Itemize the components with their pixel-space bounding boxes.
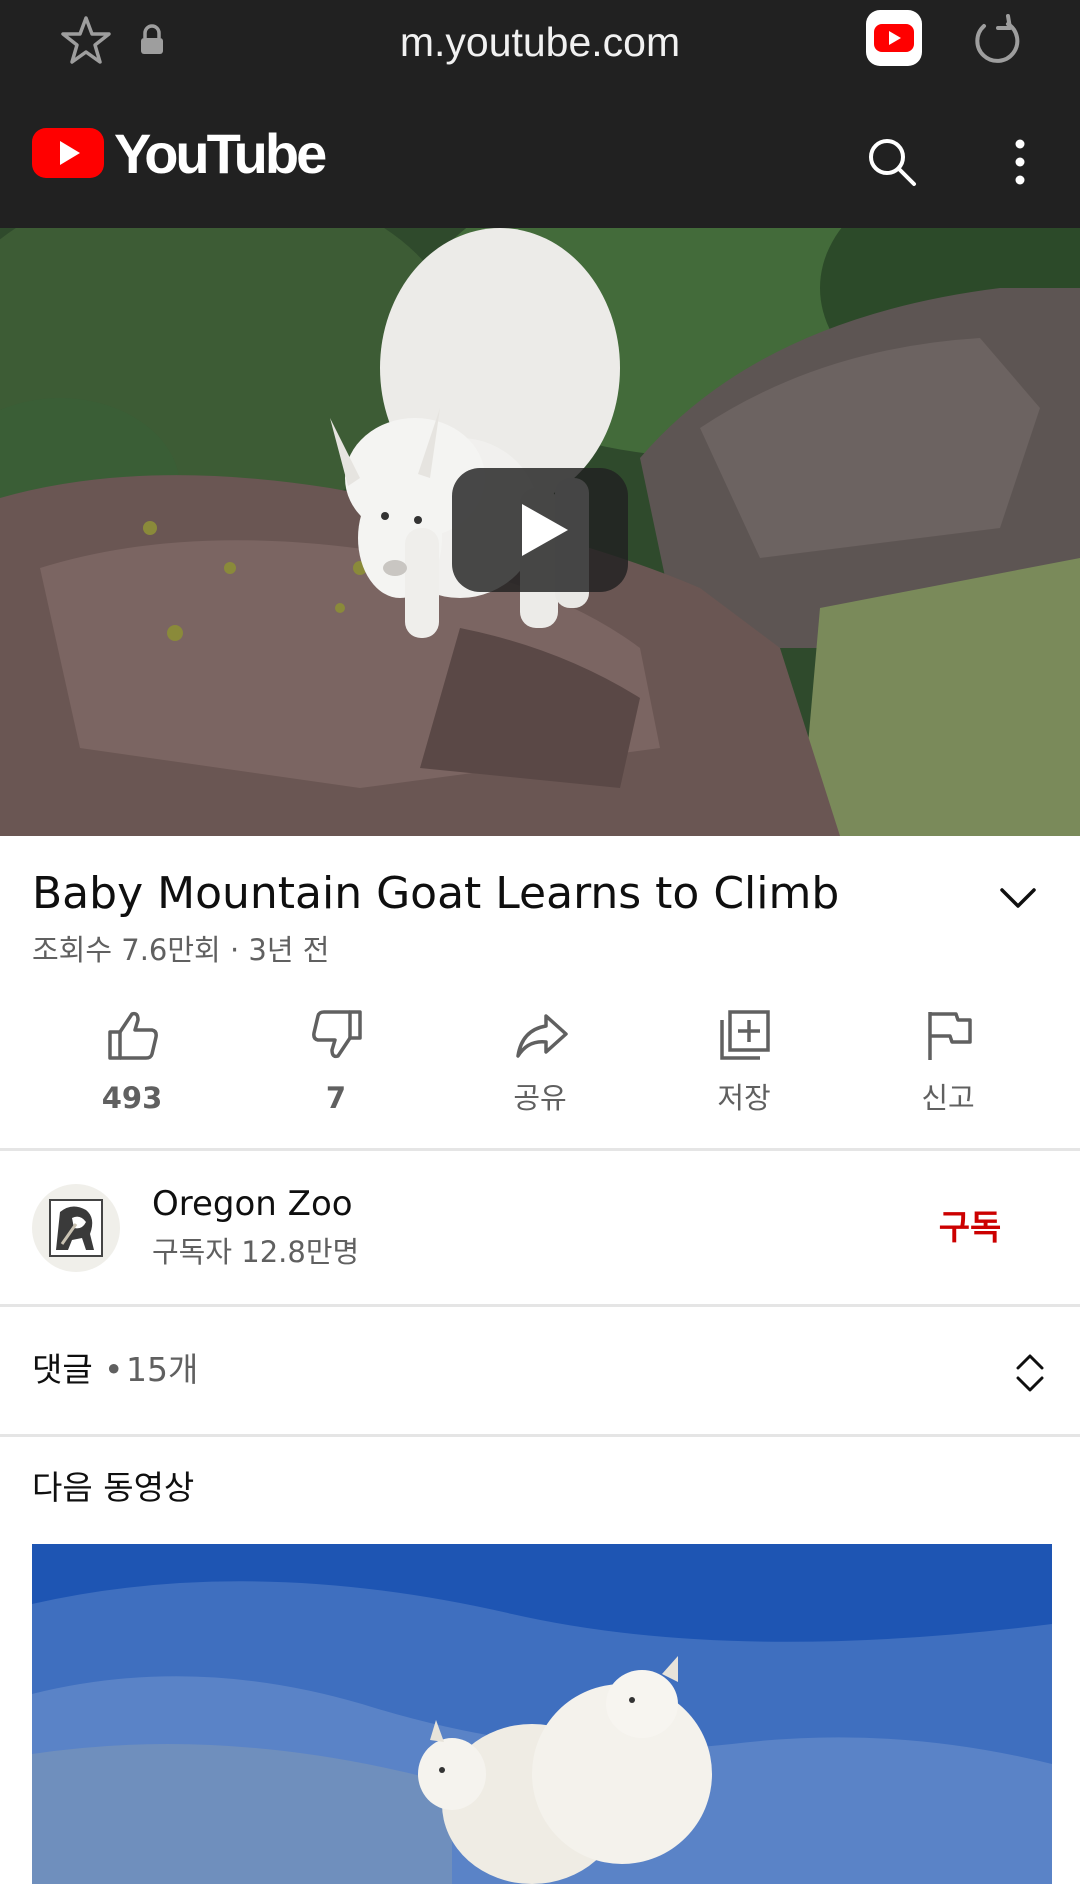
youtube-play-logo-icon [32,128,104,178]
dislike-count: 7 [325,1081,347,1115]
dislike-button[interactable]: 7 [234,1000,438,1150]
flag-icon [928,1012,972,1060]
like-count: 493 [101,1081,163,1115]
oregon-zoo-logo-icon [49,1199,103,1257]
share-button[interactable]: 공유 [438,1000,642,1150]
youtube-app-icon[interactable] [866,10,922,66]
channel-name[interactable]: Oregon Zoo [152,1182,353,1226]
comments-section[interactable]: 댓글 • 15개 [0,1306,1080,1434]
video-meta: 조회수 7.6만회 · 3년 전 [32,933,330,967]
chevron-down-icon[interactable] [996,880,1040,916]
more-vert-icon[interactable] [1004,136,1036,188]
search-icon[interactable] [866,136,918,188]
play-button[interactable] [452,468,628,592]
save-label: 저장 [717,1081,771,1115]
reload-icon[interactable] [968,12,1024,68]
subscriber-count: 구독자 12.8만명 [152,1235,360,1269]
youtube-logo[interactable]: YouTube [30,122,327,185]
next-video-image [32,1544,1052,1884]
action-bar: 493 7 공유 저장 신고 [0,1000,1080,1150]
share-label: 공유 [513,1081,567,1115]
comments-count: 15개 [126,1350,199,1389]
next-video-thumbnail[interactable] [32,1544,1052,1884]
comments-label: 댓글 [32,1350,93,1389]
like-button[interactable]: 493 [30,1000,234,1150]
video-title[interactable]: Baby Mountain Goat Learns to Climb [32,866,972,922]
save-button[interactable]: 저장 [642,1000,846,1150]
divider [0,1434,1080,1437]
share-icon [516,1014,568,1058]
video-player[interactable] [0,228,1080,836]
channel-avatar[interactable] [32,1184,120,1272]
youtube-header: YouTube [0,84,1080,228]
add-to-playlist-icon [720,1010,770,1060]
up-next-heading: 다음 동영상 [32,1468,195,1507]
star-icon[interactable] [58,14,114,66]
lock-icon[interactable] [138,24,166,56]
play-icon [522,504,568,556]
logo-wordmark: YouTube [114,122,327,185]
url-bar[interactable]: m.youtube.com [220,14,860,70]
divider [0,1148,1080,1151]
subscribe-button[interactable]: 구독 [920,1200,1020,1256]
channel-row[interactable]: Oregon Zoo 구독자 12.8만명 구독 [0,1152,1080,1304]
comments-separator: • [104,1350,124,1389]
report-button[interactable]: 신고 [846,1000,1050,1150]
thumbs-up-icon [108,1011,158,1060]
report-label: 신고 [921,1081,975,1115]
thumbs-down-icon [312,1010,362,1059]
unfold-icon[interactable] [1014,1352,1046,1394]
browser-bar: m.youtube.com [0,0,1080,84]
